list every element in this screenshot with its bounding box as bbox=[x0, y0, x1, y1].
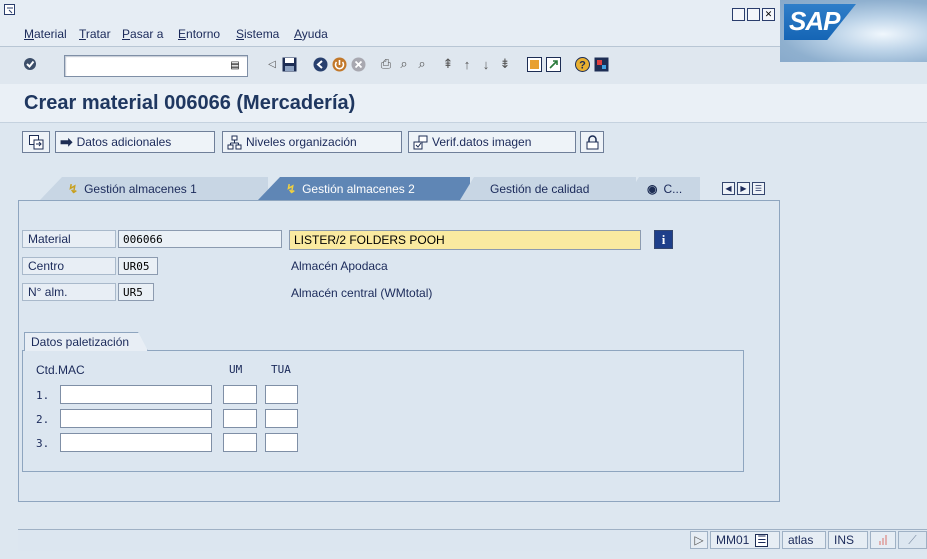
tab-navigation: ◀ ▶ ☰ bbox=[722, 182, 765, 195]
material-value[interactable]: 006066 bbox=[118, 230, 282, 248]
layout-menu-icon[interactable] bbox=[593, 56, 609, 72]
verif-datos-imagen-button[interactable]: Verif.datos imagen bbox=[408, 131, 576, 153]
tab-scroll-right-icon[interactable]: ▶ bbox=[737, 182, 750, 195]
menu-material[interactable]: Material bbox=[24, 27, 67, 41]
centro-description: Almacén Apodaca bbox=[291, 259, 388, 273]
datos-paletizacion-title: Datos paletización bbox=[24, 332, 148, 351]
back-icon[interactable] bbox=[312, 56, 328, 72]
tab-scroll-left-icon[interactable]: ◀ bbox=[722, 182, 735, 195]
centro-label: Centro bbox=[22, 257, 116, 275]
tab-list-icon[interactable]: ☰ bbox=[752, 182, 765, 195]
save-icon[interactable] bbox=[281, 56, 297, 72]
shortcut-icon[interactable] bbox=[545, 56, 561, 72]
ctd-mac-input-3[interactable] bbox=[60, 433, 212, 452]
tab-c[interactable]: ◉ C... bbox=[625, 177, 700, 200]
menu-tratar[interactable]: Tratar bbox=[79, 27, 111, 41]
print-icon[interactable]: ⎙ bbox=[378, 56, 394, 72]
row-number: 3. bbox=[36, 437, 50, 450]
insert-mode[interactable]: INS bbox=[828, 531, 868, 549]
menu-pasar-a[interactable]: Pasar a bbox=[122, 27, 163, 41]
row-number: 1. bbox=[36, 389, 50, 402]
status-expand-icon[interactable]: ▷ bbox=[690, 531, 708, 549]
maximize-icon[interactable] bbox=[747, 8, 760, 21]
enter-icon[interactable] bbox=[22, 56, 38, 72]
warehouse-check-icon: ↯ bbox=[286, 181, 297, 196]
almacen-description: Almacén central (WMtotal) bbox=[291, 286, 433, 300]
svg-text:?: ? bbox=[579, 59, 586, 71]
command-field[interactable] bbox=[64, 55, 248, 77]
exit-icon[interactable] bbox=[331, 56, 347, 72]
command-history-icon[interactable]: ▤ bbox=[227, 57, 243, 73]
lock-icon bbox=[586, 134, 598, 149]
col-um: UM bbox=[229, 363, 243, 376]
row-number: 2. bbox=[36, 413, 50, 426]
almacen-label: N° alm. bbox=[22, 283, 116, 301]
datos-adicionales-button[interactable]: ➡ Datos adicionales bbox=[55, 131, 215, 153]
minimize-icon[interactable] bbox=[732, 8, 745, 21]
col-tua: TUA bbox=[271, 363, 291, 376]
find-next-icon[interactable]: ⌕ bbox=[414, 56, 430, 72]
check-screen-data-icon bbox=[413, 135, 428, 149]
tab-gestion-almacenes-2[interactable]: ↯ Gestión almacenes 2 bbox=[258, 177, 470, 200]
ctd-mac-input-1[interactable] bbox=[60, 385, 212, 404]
page-title: Crear material 006066 (Mercadería) bbox=[24, 92, 356, 114]
sap-logo: SAP bbox=[780, 0, 927, 62]
other-material-button[interactable] bbox=[22, 131, 50, 153]
arrow-right-icon: ➡ bbox=[60, 134, 73, 151]
session-list-icon: ☰ bbox=[755, 533, 769, 547]
menu-sistema[interactable]: Sistema bbox=[236, 27, 279, 41]
niveles-organizacion-button[interactable]: Niveles organización bbox=[222, 131, 402, 153]
centro-value[interactable]: UR05 bbox=[118, 257, 158, 275]
tua-input-2[interactable] bbox=[265, 409, 298, 428]
um-input-2[interactable] bbox=[223, 409, 257, 428]
ctd-mac-input-2[interactable] bbox=[60, 409, 212, 428]
um-input-3[interactable] bbox=[223, 433, 257, 452]
material-label: Material bbox=[22, 230, 116, 248]
close-icon[interactable]: ✕ bbox=[762, 8, 775, 21]
cancel-icon[interactable] bbox=[350, 56, 366, 72]
resize-grip-icon[interactable]: ⟋ bbox=[898, 531, 927, 549]
menu-ayuda[interactable]: Ayuda bbox=[294, 27, 328, 41]
menu-entorno[interactable]: Entorno bbox=[178, 27, 220, 41]
tua-input-1[interactable] bbox=[265, 385, 298, 404]
document-menu-icon[interactable] bbox=[4, 4, 15, 15]
last-page-icon[interactable]: ⇟ bbox=[497, 56, 513, 72]
tab-gestion-almacenes-1[interactable]: ↯ Gestión almacenes 1 bbox=[40, 177, 268, 200]
help-icon[interactable]: ? bbox=[574, 56, 590, 72]
info-icon[interactable]: i bbox=[654, 230, 673, 249]
compliance-icon: ◉ bbox=[647, 181, 658, 196]
connection-icon bbox=[870, 531, 896, 549]
org-levels-icon bbox=[227, 135, 242, 149]
first-page-icon[interactable]: ⇞ bbox=[440, 56, 456, 72]
other-material-icon bbox=[28, 134, 43, 149]
collapse-icon[interactable]: ◁ bbox=[264, 56, 280, 72]
next-page-icon[interactable]: ↓ bbox=[478, 56, 494, 72]
transaction-code[interactable]: MM01 ☰ bbox=[710, 531, 780, 549]
server-name: atlas bbox=[782, 531, 826, 549]
warehouse-check-icon: ↯ bbox=[68, 181, 79, 196]
tua-input-3[interactable] bbox=[265, 433, 298, 452]
material-description-field[interactable]: LISTER/2 FOLDERS POOH bbox=[289, 230, 641, 250]
previous-page-icon[interactable]: ↑ bbox=[459, 56, 475, 72]
menu-bar: Material Tratar Pasar a Entorno Sistema … bbox=[0, 0, 780, 47]
almacen-value[interactable]: UR5 bbox=[118, 283, 154, 301]
find-icon[interactable]: ⌕ bbox=[396, 56, 412, 72]
um-input-1[interactable] bbox=[223, 385, 257, 404]
create-session-icon[interactable] bbox=[526, 56, 542, 72]
col-ctd-mac: Ctd.MAC bbox=[36, 363, 85, 377]
tab-gestion-de-calidad[interactable]: Gestión de calidad bbox=[460, 177, 636, 200]
lock-button[interactable] bbox=[580, 131, 604, 153]
